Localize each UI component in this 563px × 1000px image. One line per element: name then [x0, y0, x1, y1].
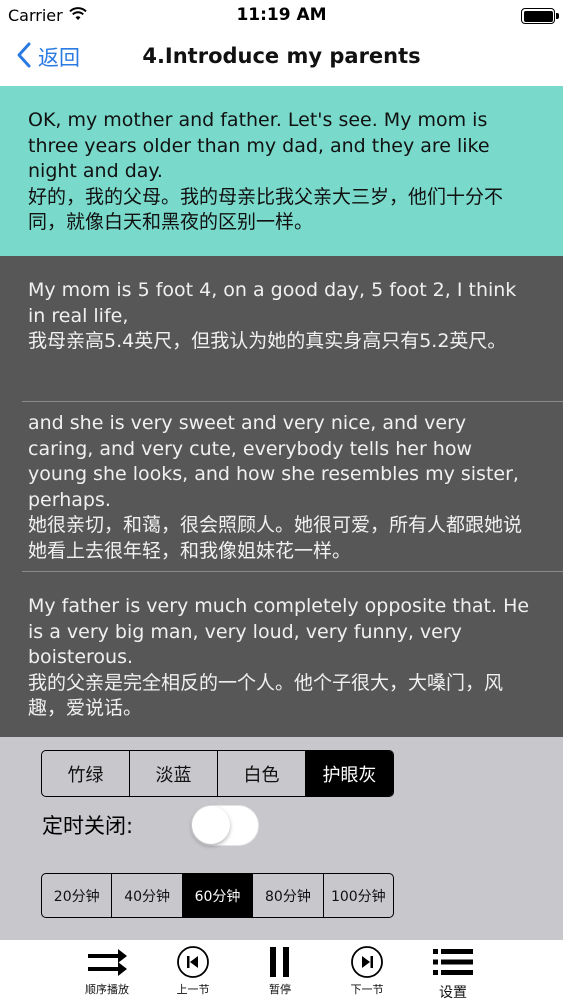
paragraph-english: OK, my mother and father. Let's see. My … [28, 109, 490, 182]
settings-list-icon [432, 944, 474, 980]
clock: 11:19 AM [236, 5, 327, 25]
paragraph-chinese: 她很亲切，和蔼，很会照顾人。她很可爱，所有人都跟她说她看上去很年轻，和我像姐妹花… [28, 514, 523, 562]
status-bar: Carrier 11:19 AM [0, 0, 563, 30]
theme-option-bamboo-green[interactable]: 竹绿 [42, 751, 130, 796]
tab-label: 设置 [439, 985, 467, 1000]
paragraph-chinese: 我母亲高5.4英尺，但我认为她的真实身高只有5.2英尺。 [28, 330, 507, 352]
paragraph-4[interactable]: My father is very much completely opposi… [0, 572, 563, 737]
paragraph-text: OK, my mother and father. Let's see. My … [0, 86, 563, 236]
page-title: 4.Introduce my parents [142, 44, 421, 68]
timer-duration-control: 20分钟 40分钟 60分钟 80分钟 100分钟 [41, 873, 394, 918]
lesson-content: OK, my mother and father. Let's see. My … [0, 86, 563, 737]
sequential-play-button[interactable]: 顺序播放 [67, 944, 147, 997]
playback-toolbar: 顺序播放 上一节 暂停 下一节 设置 [0, 940, 563, 1000]
toggle-knob [192, 806, 230, 844]
paragraph-2[interactable]: My mom is 5 foot 4, on a good day, 5 foo… [0, 256, 563, 401]
timer-label: 定时关闭: [42, 814, 134, 838]
previous-section-icon [176, 944, 210, 980]
next-section-icon [350, 944, 384, 980]
tab-label: 暂停 [269, 983, 291, 996]
sequential-play-icon [86, 944, 128, 980]
tab-label: 顺序播放 [85, 983, 129, 996]
timer-option-100[interactable]: 100分钟 [324, 874, 393, 917]
tab-label: 上一节 [176, 983, 210, 996]
navigation-bar: 返回 4.Introduce my parents [0, 30, 563, 86]
paragraph-chinese: 好的，我的父母。我的母亲比我父亲大三岁，他们十分不同，就像白天和黑夜的区别一样。 [28, 185, 504, 234]
timer-toggle[interactable] [191, 805, 259, 846]
pause-button[interactable]: 暂停 [240, 944, 320, 997]
settings-panel: 竹绿 淡蓝 白色 护眼灰 定时关闭: 20分钟 40分钟 60分钟 80分钟 1… [0, 737, 563, 940]
paragraph-text: and she is very sweet and very nice, and… [0, 402, 563, 564]
theme-segmented-control: 竹绿 淡蓝 白色 护眼灰 [41, 750, 394, 797]
paragraph-english: My father is very much completely opposi… [28, 595, 530, 668]
previous-section-button[interactable]: 上一节 [153, 944, 233, 997]
paragraph-text: My mom is 5 foot 4, on a good day, 5 foo… [0, 256, 563, 355]
paragraph-text: My father is very much completely opposi… [0, 572, 563, 722]
tab-label: 下一节 [350, 983, 384, 996]
timer-option-40[interactable]: 40分钟 [112, 874, 183, 917]
paragraph-1[interactable]: OK, my mother and father. Let's see. My … [0, 86, 563, 256]
next-section-button[interactable]: 下一节 [327, 944, 407, 997]
paragraph-english: and she is very sweet and very nice, and… [28, 412, 519, 511]
timer-option-60[interactable]: 60分钟 [182, 874, 254, 917]
theme-option-eye-care-gray[interactable]: 护眼灰 [306, 751, 393, 796]
theme-option-white[interactable]: 白色 [218, 751, 306, 796]
timer-option-80[interactable]: 80分钟 [253, 874, 324, 917]
theme-option-light-blue[interactable]: 淡蓝 [130, 751, 218, 796]
paragraph-english: My mom is 5 foot 4, on a good day, 5 foo… [28, 279, 517, 327]
pause-icon [268, 944, 292, 980]
settings-button[interactable]: 设置 [413, 944, 493, 1000]
paragraph-chinese: 我的父亲是完全相反的一个人。他个子很大，大嗓门，风趣，爱说话。 [28, 671, 504, 720]
battery-icon [521, 8, 559, 24]
paragraph-3[interactable]: and she is very sweet and very nice, and… [0, 402, 563, 571]
timer-option-20[interactable]: 20分钟 [42, 874, 113, 917]
